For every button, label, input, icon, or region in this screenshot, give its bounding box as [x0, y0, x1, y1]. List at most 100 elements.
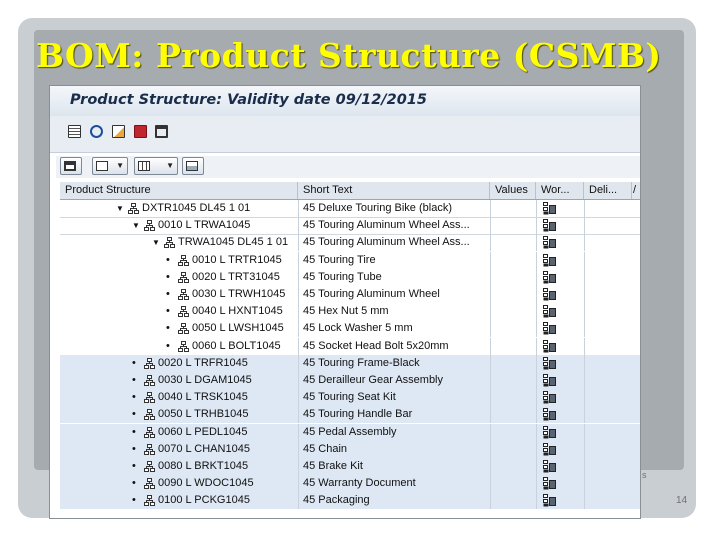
- tree-row[interactable]: • 0060 L PEDL1045 45 Pedal Assembly: [60, 423, 640, 441]
- workcenter-icon[interactable]: [543, 425, 556, 439]
- workcenter-icon[interactable]: [543, 356, 556, 370]
- workcenter-icon[interactable]: [543, 202, 556, 215]
- delivery-cell: [584, 217, 633, 235]
- tree-row[interactable]: • 0020 L TRT31045 45 Touring Tube: [60, 268, 640, 286]
- tree-row[interactable]: ▼ DXTR1045 DL45 1 01 45 Deluxe Touring Bik…: [60, 200, 640, 218]
- refresh-icon[interactable]: [90, 125, 103, 138]
- leaf-bullet-icon: •: [166, 305, 170, 318]
- tree-row[interactable]: • 0100 L PCKG1045 45 Packaging: [60, 492, 640, 510]
- node-label[interactable]: 0090 L WDOC1045: [158, 475, 254, 492]
- product-structure-cell: • 0090 L WDOC1045: [60, 475, 298, 492]
- node-label[interactable]: TRWA1045 DL45 1 01: [178, 234, 288, 251]
- short-text-cell: 45 Touring Seat Kit: [298, 389, 490, 407]
- col-header-delivery[interactable]: Deli...: [584, 182, 632, 199]
- tree-row[interactable]: • 0090 L WDOC1045 45 Warranty Document: [60, 475, 640, 493]
- values-cell: [490, 440, 537, 458]
- delivery-cell: [584, 423, 633, 441]
- export-button[interactable]: [182, 157, 204, 175]
- tree-row[interactable]: • 0030 L DGAM1045 45 Derailleur Gear Assem…: [60, 372, 640, 389]
- node-label[interactable]: 0050 L TRHB1045: [158, 406, 249, 423]
- tree-row[interactable]: • 0040 L HXNT1045 45 Hex Nut 5 mm: [60, 303, 640, 321]
- tree-row[interactable]: • 0050 L LWSH1045 45 Lock Washer 5 mm: [60, 320, 640, 338]
- node-label[interactable]: 0060 L BOLT1045: [192, 338, 281, 355]
- tree-row[interactable]: • 0030 L TRWH1045 45 Touring Aluminum Whee…: [60, 286, 640, 303]
- node-label[interactable]: 0030 L DGAM1045: [158, 372, 252, 389]
- tree-row[interactable]: ▼ 0010 L TRWA1045 45 Touring Aluminum Whee…: [60, 217, 640, 236]
- node-label[interactable]: 0040 L HXNT1045: [192, 303, 283, 320]
- workcenter-icon[interactable]: [543, 253, 556, 267]
- workcenter-icon[interactable]: [543, 322, 556, 335]
- workcenter-icon[interactable]: [543, 391, 556, 404]
- node-label[interactable]: 0060 L PEDL1045: [158, 424, 248, 441]
- short-text-cell: 45 Warranty Document: [298, 475, 490, 493]
- collapse-node-icon[interactable]: ▼: [152, 234, 160, 251]
- workcenter-icon[interactable]: [543, 494, 556, 507]
- chevron-down-icon: ▼: [166, 161, 174, 170]
- node-label[interactable]: 0010 L TRTR1045: [192, 252, 282, 269]
- workcenter-icon[interactable]: [543, 236, 556, 249]
- layout-menu-button[interactable]: ▼: [92, 157, 128, 175]
- hierarchy-node-icon: [144, 443, 155, 455]
- hierarchy-node-icon: [144, 392, 155, 404]
- values-cell: [490, 389, 537, 407]
- hierarchy-node-icon: [178, 340, 189, 352]
- node-label[interactable]: 0070 L CHAN1045: [158, 441, 250, 458]
- workcenter-icon[interactable]: [543, 305, 556, 318]
- node-label[interactable]: 0040 L TRSK1045: [158, 389, 248, 406]
- node-label[interactable]: 0020 L TRFR1045: [158, 355, 248, 372]
- delivery-cell: [584, 389, 633, 407]
- workcenter-icon[interactable]: [543, 442, 556, 456]
- help-icon[interactable]: [134, 125, 147, 138]
- short-text-cell: 45 Touring Aluminum Wheel Ass...: [298, 234, 490, 252]
- tree-row[interactable]: • 0070 L CHAN1045 45 Chain: [60, 440, 640, 458]
- workcenter-icon[interactable]: [543, 288, 556, 301]
- workcenter-icon[interactable]: [543, 477, 556, 490]
- col-header-more[interactable]: /: [632, 182, 640, 199]
- workcenter-icon[interactable]: [543, 219, 556, 232]
- col-header-work-area[interactable]: Wor...: [536, 182, 584, 199]
- tree-row[interactable]: • 0040 L TRSK1045 45 Touring Seat Kit: [60, 389, 640, 407]
- binoculars-icon[interactable]: [155, 125, 168, 138]
- node-label[interactable]: DXTR1045 DL45 1 01: [142, 200, 250, 217]
- workcenter-icon[interactable]: [543, 408, 556, 421]
- tree-row[interactable]: • 0080 L BRKT1045 45 Brake Kit: [60, 458, 640, 475]
- hierarchy-node-icon: [178, 254, 189, 266]
- node-label[interactable]: 0020 L TRT31045: [192, 269, 280, 286]
- col-header-values[interactable]: Values: [490, 182, 536, 199]
- hierarchy-node-icon: [144, 220, 155, 232]
- tree-row[interactable]: ▼ TRWA1045 DL45 1 01 45 Touring Aluminum W…: [60, 234, 640, 252]
- col-header-short-text[interactable]: Short Text: [298, 182, 490, 199]
- find-button[interactable]: [60, 157, 82, 175]
- tree-row[interactable]: • 0050 L TRHB1045 45 Touring Handle Bar: [60, 406, 640, 424]
- node-label[interactable]: 0010 L TRWA1045: [158, 217, 250, 234]
- node-label[interactable]: 0080 L BRKT1045: [158, 458, 248, 475]
- workcenter-icon[interactable]: [543, 460, 556, 473]
- tree-row[interactable]: • 0020 L TRFR1045 45 Touring Frame-Black: [60, 354, 640, 372]
- product-structure-cell: ▼ 0010 L TRWA1045: [60, 217, 298, 234]
- workcenter-icon[interactable]: [543, 339, 556, 353]
- col-header-product-structure[interactable]: Product Structure: [60, 182, 298, 199]
- hierarchy-node-icon: [128, 203, 139, 214]
- workcenter-icon[interactable]: [543, 374, 556, 387]
- grid-view-icon[interactable]: [68, 125, 81, 138]
- node-label[interactable]: 0030 L TRWH1045: [192, 286, 285, 303]
- node-label[interactable]: 0050 L LWSH1045: [192, 320, 284, 337]
- leaf-bullet-icon: •: [166, 288, 170, 300]
- tree-row[interactable]: • 0010 L TRTR1045 45 Touring Tire: [60, 251, 640, 269]
- binoculars-icon: [64, 161, 76, 171]
- collapse-node-icon[interactable]: ▼: [116, 200, 124, 217]
- node-label[interactable]: 0100 L PCKG1045: [158, 492, 250, 509]
- columns-menu-button[interactable]: ▼: [134, 157, 178, 175]
- workcenter-icon[interactable]: [543, 270, 556, 284]
- work-area-cell: [536, 234, 585, 252]
- collapse-node-icon[interactable]: ▼: [132, 217, 140, 234]
- work-area-cell: [536, 475, 585, 493]
- work-area-cell: [536, 251, 585, 269]
- tree-row[interactable]: • 0060 L BOLT1045 45 Socket Head Bolt 5x20…: [60, 337, 640, 356]
- hierarchy-node-icon: [144, 495, 155, 507]
- values-cell: [490, 423, 537, 441]
- work-area-cell: [536, 337, 585, 355]
- leaf-bullet-icon: •: [132, 494, 136, 507]
- copy-icon[interactable]: [112, 125, 125, 138]
- hierarchy-node-icon: [144, 357, 155, 369]
